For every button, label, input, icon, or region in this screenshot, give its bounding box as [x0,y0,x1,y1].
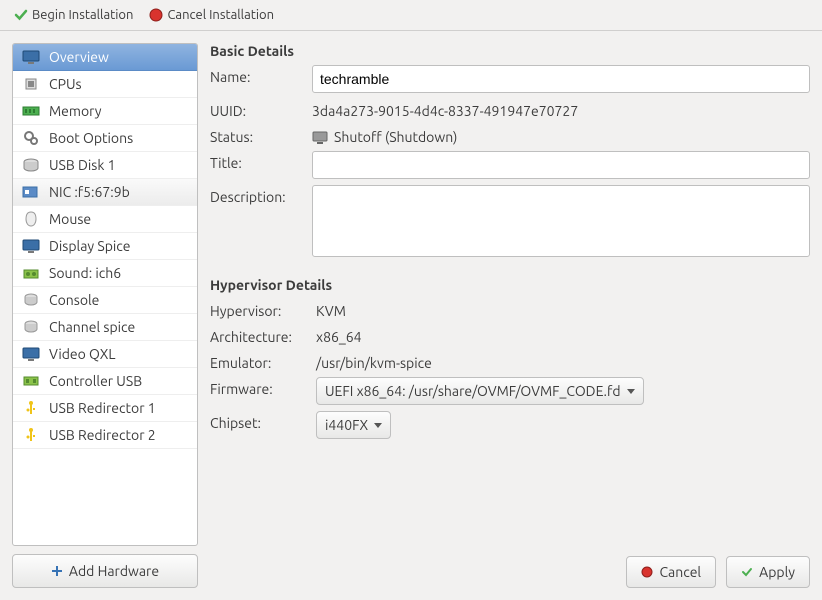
apply-label: Apply [759,564,795,580]
cancel-installation-button[interactable]: Cancel Installation [143,6,280,24]
sidebar-item-channel-spice[interactable]: Channel spice [13,314,197,341]
chevron-down-icon [627,389,635,394]
basic-details-section: Basic Details Name: UUID: 3da4a273-9015-… [210,43,810,263]
nic-icon [21,185,41,199]
stop-icon [641,566,653,578]
sidebar-item-label: CPUs [49,76,82,92]
monitor-off-icon [312,131,328,144]
chipset-value: i440FX [325,417,368,433]
basic-details-heading: Basic Details [210,43,810,59]
name-input[interactable] [312,65,810,93]
sidebar-item-label: Overview [49,49,109,65]
sound-icon [21,266,41,280]
sidebar-item-label: USB Redirector 2 [49,427,156,443]
check-icon [741,566,753,578]
hardware-sidebar: Overview CPUs Memory Boot Options USB Di… [12,43,198,546]
controller-icon [21,374,41,388]
console-icon [21,320,41,334]
mouse-icon [21,211,41,227]
cancel-button[interactable]: Cancel [626,556,716,588]
sidebar-item-label: Boot Options [49,130,133,146]
hypervisor-label: Hypervisor: [210,299,306,319]
monitor-icon [21,50,41,64]
sidebar-item-display-spice[interactable]: Display Spice [13,233,197,260]
sidebar-item-console[interactable]: Console [13,287,197,314]
status-value: Shutoff (Shutdown) [334,129,457,145]
memory-icon [21,105,41,117]
firmware-dropdown[interactable]: UEFI x86_64: /usr/share/OVMF/OVMF_CODE.f… [316,377,644,405]
chipset-label: Chipset: [210,411,306,431]
add-hardware-button[interactable]: Add Hardware [12,554,198,588]
sidebar-item-label: Memory [49,103,102,119]
toolbar: Begin Installation Cancel Installation [0,0,822,31]
hypervisor-details-heading: Hypervisor Details [210,277,810,293]
description-input[interactable] [312,185,810,257]
sidebar-item-cpus[interactable]: CPUs [13,71,197,98]
begin-installation-label: Begin Installation [32,8,133,22]
sidebar-item-usb-redirector-2[interactable]: USB Redirector 2 [13,422,197,449]
sidebar-item-boot-options[interactable]: Boot Options [13,125,197,152]
cpu-icon [21,76,41,92]
chevron-down-icon [374,423,382,428]
emulator-value: /usr/bin/kvm-spice [316,351,810,371]
apply-button[interactable]: Apply [726,556,810,588]
uuid-label: UUID: [210,99,302,119]
architecture-value: x86_64 [316,325,810,345]
sidebar-item-label: Sound: ich6 [49,265,121,281]
sidebar-item-usb-disk-1[interactable]: USB Disk 1 [13,152,197,179]
firmware-label: Firmware: [210,377,306,397]
sidebar-item-label: USB Redirector 1 [49,400,156,416]
sidebar-item-overview[interactable]: Overview [13,44,197,71]
name-label: Name: [210,65,302,85]
cancel-label: Cancel [659,564,701,580]
chipset-dropdown[interactable]: i440FX [316,411,391,439]
uuid-value: 3da4a273-9015-4d4c-8337-491947e70727 [312,99,810,119]
title-input[interactable] [312,151,810,179]
usb-icon [21,427,41,443]
architecture-label: Architecture: [210,325,306,345]
emulator-label: Emulator: [210,351,306,371]
sidebar-item-label: Video QXL [49,346,115,362]
stop-icon [149,8,163,22]
hypervisor-details-section: Hypervisor Details Hypervisor: KVM Archi… [210,277,810,445]
sidebar-item-video-qxl[interactable]: Video QXL [13,341,197,368]
monitor-icon [21,239,41,253]
add-hardware-label: Add Hardware [69,563,159,579]
sidebar-item-mouse[interactable]: Mouse [13,206,197,233]
sidebar-item-label: USB Disk 1 [49,157,116,173]
disk-icon [21,158,41,172]
sidebar-item-controller-usb[interactable]: Controller USB [13,368,197,395]
firmware-value: UEFI x86_64: /usr/share/OVMF/OVMF_CODE.f… [325,383,621,399]
sidebar-item-label: NIC :f5:67:9b [49,184,130,200]
sidebar-item-label: Channel spice [49,319,135,335]
hypervisor-value: KVM [316,299,810,319]
console-icon [21,293,41,307]
check-icon [14,8,28,22]
usb-icon [21,400,41,416]
sidebar-item-nic[interactable]: NIC :f5:67:9b [13,179,197,206]
monitor-icon [21,347,41,361]
sidebar-item-label: Display Spice [49,238,131,254]
status-label: Status: [210,125,302,145]
begin-installation-button[interactable]: Begin Installation [8,6,139,24]
sidebar-item-memory[interactable]: Memory [13,98,197,125]
title-label: Title: [210,151,302,171]
sidebar-item-label: Console [49,292,99,308]
footer-actions: Cancel Apply [210,544,810,588]
sidebar-item-label: Mouse [49,211,91,227]
cancel-installation-label: Cancel Installation [167,8,274,22]
description-label: Description: [210,185,302,205]
plus-icon [51,565,63,577]
gears-icon [21,130,41,146]
sidebar-item-label: Controller USB [49,373,142,389]
sidebar-item-sound[interactable]: Sound: ich6 [13,260,197,287]
sidebar-item-usb-redirector-1[interactable]: USB Redirector 1 [13,395,197,422]
